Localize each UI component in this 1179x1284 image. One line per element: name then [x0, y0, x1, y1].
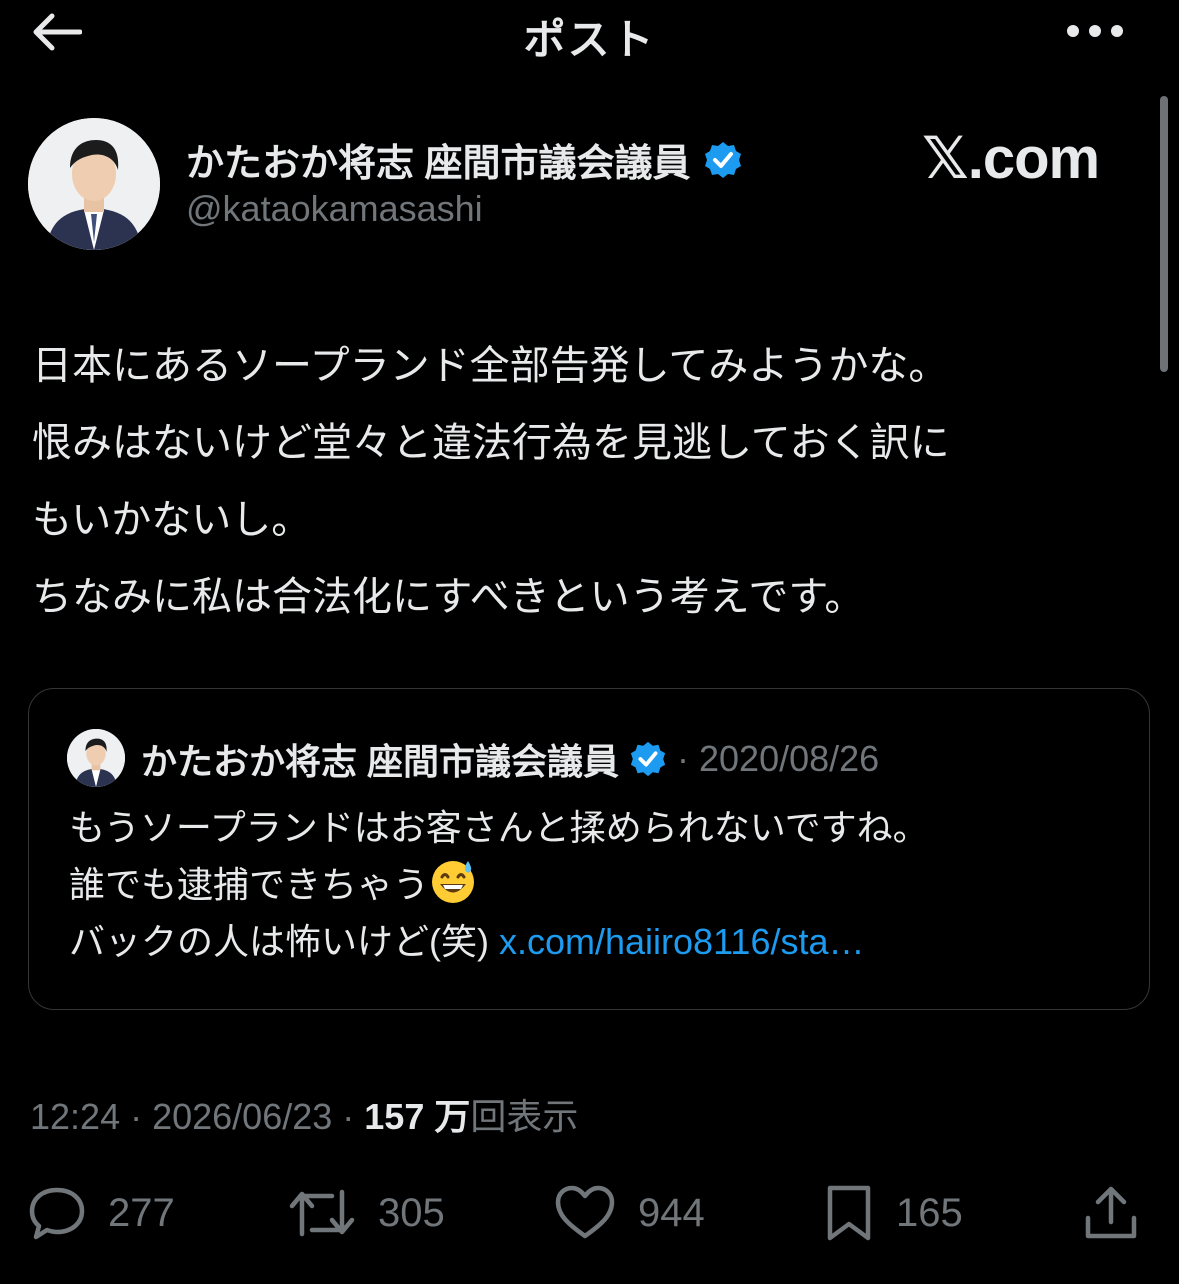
grinning-face-with-sweat-icon [432, 861, 475, 903]
author-name[interactable]: かたおか将志 座間市議会議員 [186, 132, 743, 187]
more-horizontal-icon [1067, 25, 1123, 37]
meta-separator: · [120, 1096, 153, 1137]
quoted-post[interactable]: かたおか将志 座間市議会議員 · 2020/08/26 もうソープランドはお客さ… [28, 688, 1150, 1010]
heart-icon [555, 1185, 615, 1239]
action-bar: 277 305 944 165 [0, 1178, 1179, 1248]
like-button[interactable]: 944 [554, 1178, 705, 1248]
share-button[interactable] [1082, 1178, 1140, 1248]
profile-photo-icon [28, 118, 160, 250]
x-com-watermark: 𝕏.com [922, 126, 1100, 191]
author-handle[interactable]: @kataokamasashi [186, 188, 483, 230]
bookmark-button[interactable]: 165 [824, 1178, 963, 1248]
quote-date: 2020/08/26 [699, 738, 880, 779]
bookmark-count: 165 [896, 1190, 963, 1235]
views-label: 回表示 [470, 1096, 579, 1137]
profile-photo-icon [67, 729, 125, 787]
scrollbar[interactable] [1160, 96, 1168, 372]
quote-line-1: もうソープランドはお客さんと揉められないですね。 [69, 807, 929, 848]
quote-link[interactable]: x.com/haiiro8116/sta… [499, 921, 865, 962]
page-title: ポスト [523, 16, 656, 63]
repost-count: 305 [378, 1190, 445, 1235]
repost-icon [289, 1189, 355, 1237]
quote-avatar [67, 729, 125, 787]
quote-author-name: かたおか将志 座間市議会議員 [141, 741, 620, 782]
post-meta: 12:24 · 2026/06/23 · 157 万回表示 [30, 1088, 578, 1140]
author-name-text: かたおか将志 座間市議会議員 [186, 143, 691, 185]
more-options-button[interactable] [1060, 14, 1130, 48]
views-count: 157 万 [364, 1096, 471, 1137]
post-time: 12:24 [30, 1096, 121, 1137]
like-count: 944 [638, 1190, 705, 1235]
post-text: 日本にあるソープランド全部告発してみようかな。 恨みはないけど堂々と違法行為を見… [32, 344, 950, 619]
quote-line-3: バックの人は怖いけど(笑) [69, 921, 499, 962]
post-date: 2026/06/23 [152, 1096, 333, 1137]
quote-line-2: 誰でも逮捕できちゃう [69, 864, 430, 905]
reply-count: 277 [108, 1190, 175, 1235]
bookmark-icon [827, 1185, 871, 1241]
repost-button[interactable]: 305 [288, 1178, 445, 1248]
verified-badge-icon[interactable] [703, 140, 743, 180]
quote-author-row: かたおか将志 座間市議会議員 · 2020/08/26 [141, 733, 879, 785]
meta-separator: · [332, 1096, 365, 1137]
quote-text: もうソープランドはお客さんと揉められないですね。 誰でも逮捕できちゃう バックの… [69, 799, 1119, 970]
share-icon [1085, 1186, 1137, 1239]
verified-badge-icon [630, 741, 666, 777]
reply-button[interactable]: 277 [28, 1178, 175, 1248]
avatar[interactable] [28, 118, 160, 250]
reply-icon [29, 1187, 85, 1240]
top-bar: ポスト [0, 0, 1179, 70]
quote-separator: · [677, 738, 690, 779]
